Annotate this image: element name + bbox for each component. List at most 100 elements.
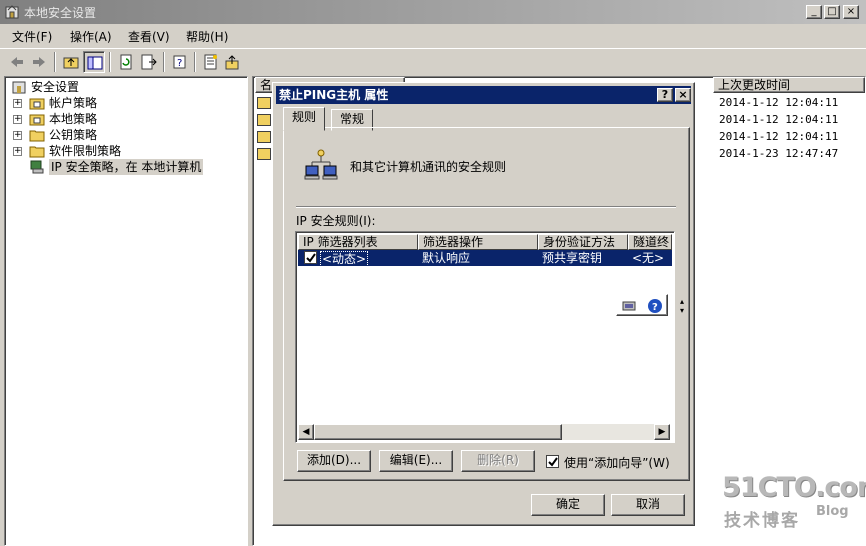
expand-icon[interactable]: +: [13, 147, 22, 156]
menu-action[interactable]: 操作(A): [70, 28, 112, 45]
tree-item-software-restriction[interactable]: + 软件限制策略: [13, 143, 213, 159]
show-hide-tree-button[interactable]: [83, 51, 105, 73]
folder-icon: [29, 130, 45, 142]
floating-toolbar: ?: [616, 294, 668, 316]
expand-icon[interactable]: +: [13, 99, 22, 108]
export-list-icon: [141, 54, 157, 70]
expand-icon[interactable]: +: [13, 131, 22, 140]
scroll-right-button[interactable]: ▶: [654, 424, 670, 440]
watermark-blog: Blog: [816, 504, 849, 519]
rule-filter-action: 默认响应: [422, 251, 471, 265]
tree-label: 安全设置: [31, 80, 80, 94]
checkmark-icon: [548, 457, 558, 467]
tree-label: 帐户策略: [49, 96, 98, 110]
rule-filter-list: <动态>: [320, 251, 369, 267]
refresh-button[interactable]: [115, 51, 137, 73]
tab-rules[interactable]: 规则: [283, 107, 326, 131]
column-header-filter-action[interactable]: 筛选器操作: [418, 234, 538, 250]
tree-item-account-policies[interactable]: + 帐户策略: [13, 95, 213, 111]
list-item-time: 2014-1-23 12:47:47: [719, 147, 839, 160]
watermark-subtitle: 技术博客: [724, 511, 800, 531]
rule-checkbox[interactable]: [304, 251, 317, 264]
window-title: 本地安全设置: [24, 6, 97, 20]
up-level-button[interactable]: [60, 51, 82, 73]
tree-label: IP 安全策略，在 本地计算机: [49, 159, 204, 175]
remove-rule-button[interactable]: 删除(R): [461, 450, 535, 472]
tree-item-local-policies[interactable]: + 本地策略: [13, 111, 213, 127]
column-header-filter-list[interactable]: IP 筛选器列表: [298, 234, 418, 250]
column-header-last-modified[interactable]: 上次更改时间: [713, 77, 865, 93]
folder-icon: [29, 98, 45, 110]
rule-tunnel-endpoint: <无>: [632, 251, 665, 265]
policy-icon: [257, 114, 271, 126]
edit-rule-button[interactable]: 编辑(E)...: [379, 450, 453, 472]
dialog-close-button[interactable]: ×: [675, 88, 691, 102]
use-wizard-checkbox[interactable]: [546, 455, 559, 468]
use-wizard-label[interactable]: 使用“添加向导”(W): [564, 454, 670, 471]
column-header-auth-method[interactable]: 身份验证方法: [538, 234, 628, 250]
properties-icon: [204, 54, 217, 70]
watermark: 51CTO.com 技术博客 Blog: [722, 472, 866, 532]
export-list-button[interactable]: [138, 51, 160, 73]
export-policy-button[interactable]: [222, 51, 244, 73]
expand-icon[interactable]: +: [13, 115, 22, 124]
tree-item-public-key-policies[interactable]: + 公钥策略: [13, 127, 213, 143]
list-item-time: 2014-1-12 12:04:11: [719, 113, 839, 126]
forward-arrow-icon: [33, 57, 45, 67]
help-book-icon: ?: [173, 55, 186, 69]
menu-file[interactable]: 文件(F): [12, 28, 52, 45]
console-tree-icon: [87, 56, 103, 70]
rule-auth-method: 预共享密钥: [542, 251, 603, 265]
tree-label: 软件限制策略: [49, 144, 122, 158]
divider: [296, 206, 676, 208]
svg-text:?: ?: [652, 302, 658, 313]
rule-row[interactable]: <动态> 默认响应 预共享密钥 <无>: [298, 250, 672, 267]
list-item-time: 2014-1-12 12:04:11: [719, 96, 839, 109]
menu-view[interactable]: 查看(V): [128, 28, 170, 45]
close-button[interactable]: ×: [843, 5, 859, 19]
back-button[interactable]: [6, 51, 28, 73]
forward-button[interactable]: [28, 51, 50, 73]
help-button[interactable]: ?: [169, 51, 191, 73]
folder-up-icon: [63, 57, 79, 69]
network-icon[interactable]: [621, 298, 637, 314]
toolbar-separator: [54, 52, 56, 72]
properties-button[interactable]: [200, 51, 222, 73]
scroll-track[interactable]: [562, 424, 654, 440]
rules-label: IP 安全规则(I):: [296, 214, 376, 228]
policy-icon: [257, 131, 271, 143]
column-header-tunnel-endpoint[interactable]: 隧道终: [628, 234, 672, 250]
ip-security-icon: [30, 160, 44, 174]
properties-dialog: 禁止PING主机 属性 ? × 规则 常规 和其它计算机通讯的安全规则 IP 安…: [272, 82, 695, 526]
cancel-button[interactable]: 取消: [611, 494, 685, 516]
watermark-logo: 51CTO.com: [722, 472, 866, 503]
tree-item-security-settings[interactable]: 安全设置: [11, 79, 211, 95]
export-policy-icon: [225, 55, 239, 70]
svg-text:?: ?: [177, 58, 182, 69]
help-icon[interactable]: ?: [647, 298, 663, 314]
window-titlebar: 本地安全设置 _ □ ×: [0, 0, 866, 24]
list-item-time: 2014-1-12 12:04:11: [719, 130, 839, 143]
console-tree: 安全设置 + 帐户策略 + 本地策略 + 公钥策略 + 软件限制策略 IP 安全…: [4, 76, 248, 546]
dialog-help-button[interactable]: ?: [657, 88, 673, 102]
ok-button[interactable]: 确定: [531, 494, 605, 516]
checkmark-icon: [306, 253, 316, 263]
app-icon: [5, 5, 19, 19]
menu-bar: 文件(F) 操作(A) 查看(V) 帮助(H): [0, 26, 866, 46]
policy-icon: [257, 97, 271, 109]
toolbar-separator: [163, 52, 165, 72]
spin-arrows-icon[interactable]: ▴ ▾: [677, 297, 687, 319]
add-rule-button[interactable]: 添加(D)...: [297, 450, 371, 472]
minimize-button[interactable]: _: [806, 5, 822, 19]
dialog-titlebar: 禁止PING主机 属性 ? ×: [276, 86, 691, 104]
scroll-left-button[interactable]: ◀: [298, 424, 314, 440]
tree-label: 本地策略: [49, 112, 98, 126]
menu-help[interactable]: 帮助(H): [186, 28, 228, 45]
tree-item-ip-security-policies[interactable]: IP 安全策略，在 本地计算机: [13, 159, 245, 175]
dialog-title: 禁止PING主机 属性: [279, 88, 389, 102]
policy-icon: [257, 148, 271, 160]
rules-description: 和其它计算机通讯的安全规则: [350, 160, 507, 174]
back-arrow-icon: [11, 57, 23, 67]
scroll-thumb[interactable]: [314, 424, 562, 440]
maximize-button[interactable]: □: [824, 5, 840, 19]
